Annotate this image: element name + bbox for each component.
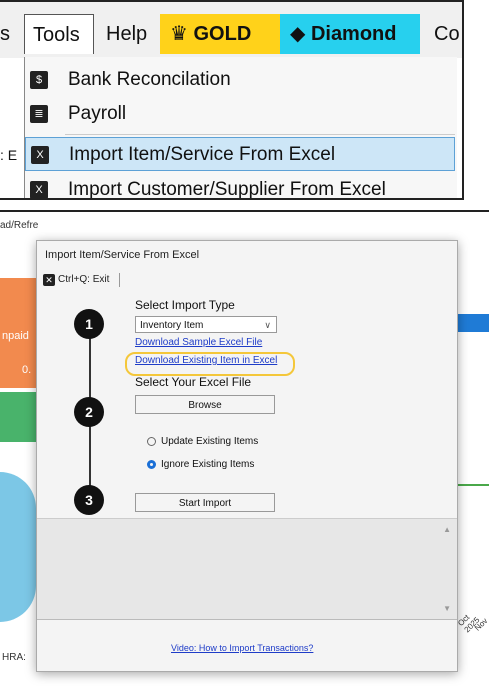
- dialog-toolbar: ✕ Ctrl+Q: Exit: [37, 271, 457, 291]
- background-pie-chart: [0, 472, 36, 622]
- scroll-up-icon[interactable]: ▲: [443, 525, 451, 534]
- start-import-button[interactable]: Start Import: [135, 493, 275, 512]
- menu-item-import-customer-supplier[interactable]: X Import Customer/Supplier From Excel: [25, 173, 455, 200]
- menu-help[interactable]: Help: [98, 14, 160, 54]
- menu-gold-plan[interactable]: ♛ GOLD Plan: [160, 14, 280, 85]
- download-existing-link[interactable]: Download Existing Item in Excel: [135, 355, 277, 366]
- background-tile-green: [0, 392, 36, 442]
- payroll-icon: ≣: [30, 105, 48, 123]
- background-fragment: npaid: [2, 330, 29, 342]
- download-sample-link[interactable]: Download Sample Excel File: [135, 337, 262, 348]
- menu-screenshot-panel: s Tools Help ♛ GOLD Plan ◆ Diamond Plan …: [0, 0, 489, 200]
- background-blue-bar: [456, 314, 489, 332]
- radio-circle-selected: [147, 459, 156, 469]
- menu-item-payroll[interactable]: ≣ Payroll: [25, 97, 455, 131]
- update-existing-radio[interactable]: Update Existing Items: [147, 436, 258, 447]
- ignore-existing-radio[interactable]: Ignore Existing Items: [147, 459, 254, 470]
- menu-item-import-item-service[interactable]: X Import Item/Service From Excel: [25, 137, 455, 171]
- menu-tools[interactable]: Tools: [24, 14, 94, 54]
- menu-frame: s Tools Help ♛ GOLD Plan ◆ Diamond Plan …: [0, 0, 464, 200]
- select-file-heading: Select Your Excel File: [135, 375, 252, 389]
- ignore-existing-label: Ignore Existing Items: [161, 459, 255, 470]
- background-fragment: HRA:: [2, 652, 26, 663]
- menu-item-partial-right[interactable]: Co: [426, 14, 462, 54]
- dialog-title: Import Item/Service From Excel: [45, 249, 200, 261]
- select-import-type-heading: Select Import Type: [135, 298, 235, 312]
- crown-icon: ♛: [170, 23, 194, 45]
- menu-bar: s Tools Help ♛ GOLD Plan ◆ Diamond Plan …: [0, 2, 462, 85]
- excel-icon: X: [31, 146, 49, 164]
- close-icon[interactable]: ✕: [43, 274, 55, 286]
- background-fragment: : E: [0, 147, 24, 198]
- background-chart-line: [456, 484, 489, 486]
- excel-icon: X: [30, 181, 48, 198]
- step-2-badge: 2: [74, 397, 104, 427]
- menu-item-label: Import Item/Service From Excel: [69, 144, 336, 165]
- radio-circle: [147, 436, 156, 446]
- tools-dropdown: $ Bank Reconcilation ≣ Payroll X Import …: [24, 57, 457, 200]
- import-dialog: Import Item/Service From Excel ✕ Ctrl+Q:…: [36, 240, 458, 672]
- footer-divider: [37, 619, 457, 620]
- diamond-icon: ◆: [290, 23, 311, 45]
- menu-item-label: Import Customer/Supplier From Excel: [68, 179, 386, 200]
- exit-button[interactable]: Ctrl+Q: Exit: [58, 274, 109, 285]
- menu-item-bank-reconcilation[interactable]: $ Bank Reconcilation: [25, 63, 455, 97]
- menu-item-label: Bank Reconcilation: [68, 69, 231, 90]
- log-pane[interactable]: ▲ ▼: [37, 518, 457, 619]
- menu-item-label: Payroll: [68, 103, 127, 124]
- scroll-down-icon[interactable]: ▼: [443, 604, 451, 613]
- video-tutorial-link[interactable]: Video: How to Import Transactions?: [171, 643, 313, 653]
- background-fragment: 0.: [22, 364, 32, 376]
- background-fragment: ad/Refre: [0, 220, 39, 231]
- menu-diamond-plan[interactable]: ◆ Diamond Plan: [280, 14, 420, 85]
- import-type-value: Inventory Item: [140, 320, 204, 331]
- dollar-icon: $: [30, 71, 48, 89]
- step-1-badge: 1: [74, 309, 104, 339]
- menu-separator: [65, 134, 455, 135]
- import-type-select[interactable]: Inventory Item ∨: [135, 316, 277, 333]
- toolbar-separator: [119, 273, 120, 287]
- menu-item-partial[interactable]: s: [0, 14, 12, 54]
- update-existing-label: Update Existing Items: [161, 436, 259, 447]
- chevron-down-icon: ∨: [264, 320, 271, 330]
- browse-button[interactable]: Browse: [135, 395, 275, 414]
- step-3-badge: 3: [74, 485, 104, 515]
- dialog-screenshot-panel: ad/Refre npaid 0. HRA: Oct 2025 Nov Impo…: [0, 210, 489, 690]
